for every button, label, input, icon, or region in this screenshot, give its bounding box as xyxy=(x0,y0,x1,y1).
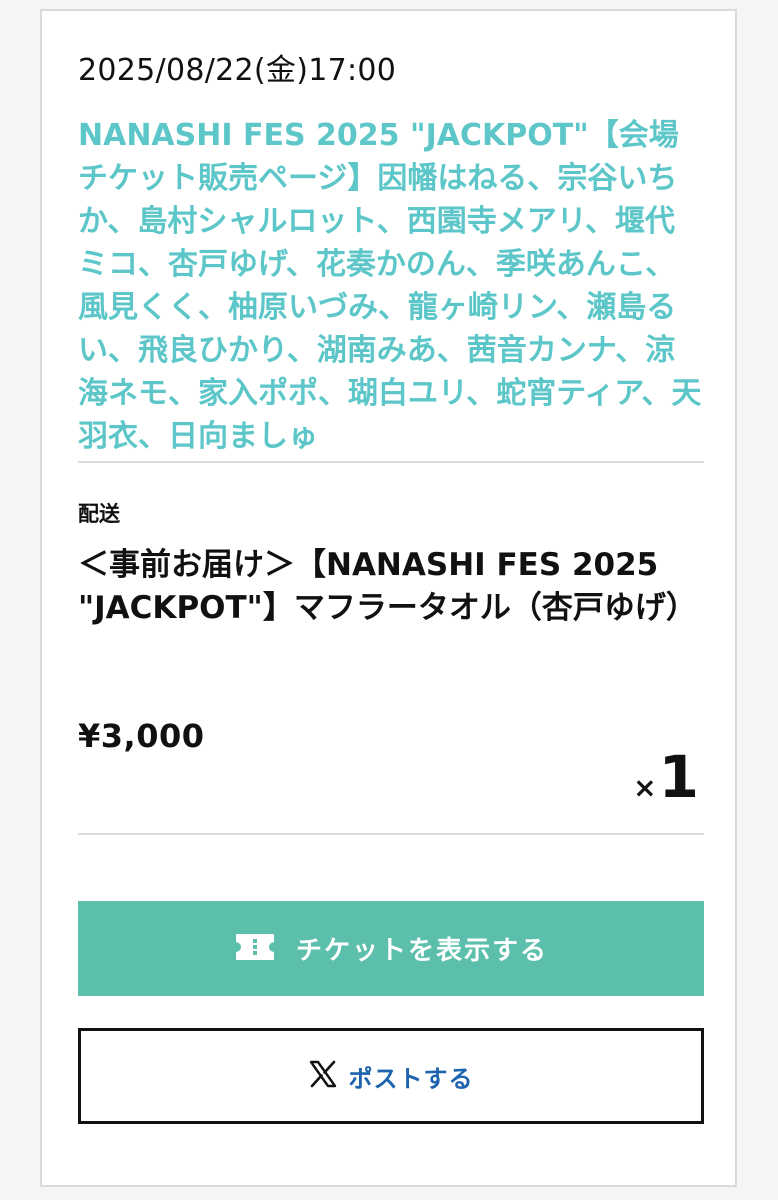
post-label: ポストする xyxy=(348,1064,474,1093)
product-name: ＜事前お届け＞【NANASHI FES 2025 "JACKPOT"】マフラータ… xyxy=(78,547,697,626)
show-ticket-button[interactable]: チケットを表示する xyxy=(78,901,704,996)
show-ticket-label: チケットを表示する xyxy=(295,936,548,966)
event-title-link[interactable]: NANASHI FES 2025 "JACKPOT"【会場チケット販売ページ】因… xyxy=(78,114,704,458)
quantity-value: 1 xyxy=(658,743,699,811)
quantity-multiplier: × xyxy=(633,771,657,804)
divider xyxy=(78,833,704,835)
post-button[interactable]: ポストする xyxy=(78,1028,704,1124)
delivery-label: 配送 xyxy=(78,502,120,526)
ticket-icon xyxy=(234,932,276,966)
x-logo-icon xyxy=(309,1060,337,1092)
product-price: ¥3,000 xyxy=(78,717,205,755)
product-quantity: × 1 xyxy=(633,745,699,809)
order-card: 2025/08/22(金)17:00 NANASHI FES 2025 "JAC… xyxy=(40,9,737,1187)
event-datetime: 2025/08/22(金)17:00 xyxy=(78,53,397,88)
divider xyxy=(78,461,704,463)
